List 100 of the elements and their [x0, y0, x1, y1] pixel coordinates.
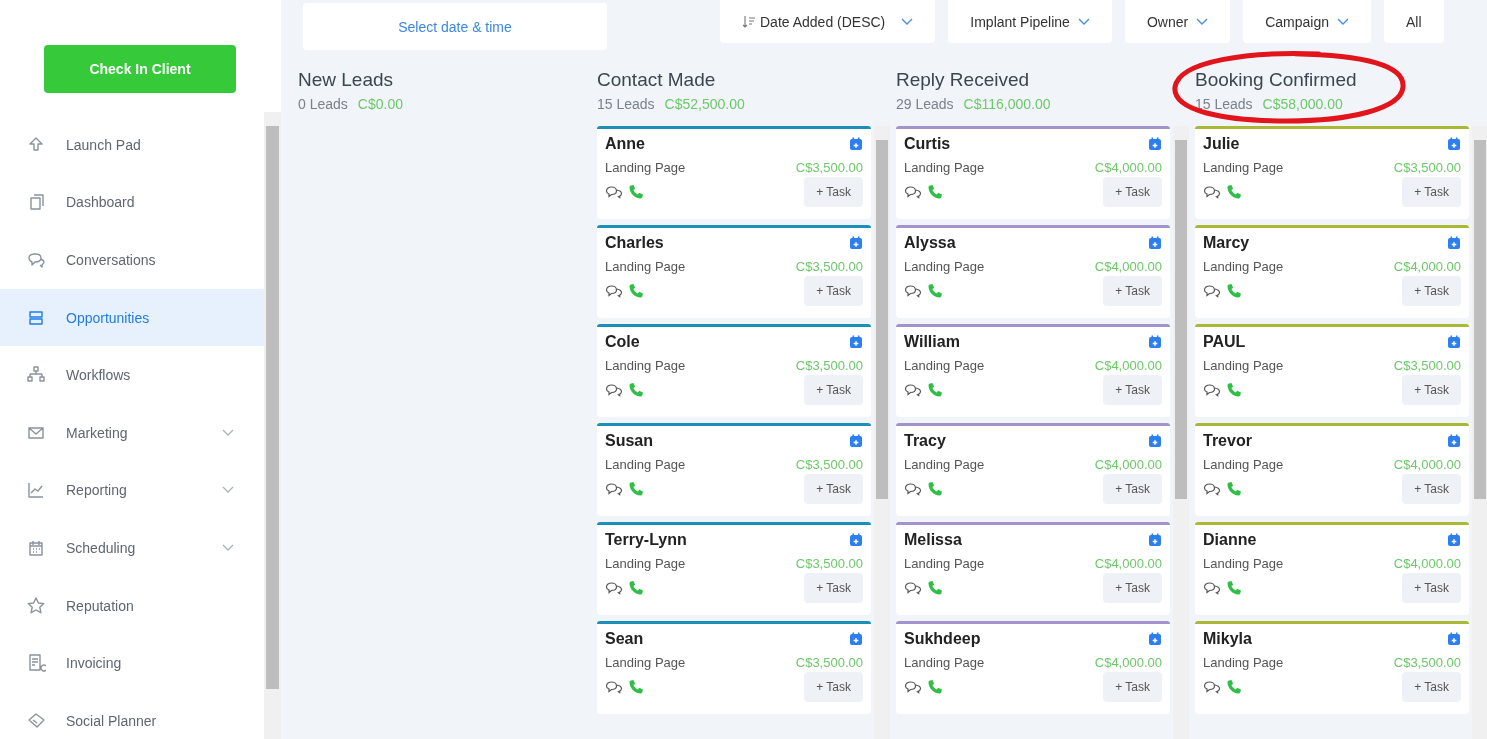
- lead-card[interactable]: William Landing Page C$4,000.00 + Task: [896, 324, 1170, 417]
- calendar-add-icon[interactable]: [1148, 434, 1162, 448]
- calendar-add-icon[interactable]: [1447, 632, 1461, 646]
- phone-icon[interactable]: [628, 679, 644, 695]
- add-task-button[interactable]: + Task: [1402, 177, 1461, 207]
- add-task-button[interactable]: + Task: [1103, 177, 1162, 207]
- calendar-add-icon[interactable]: [1447, 137, 1461, 151]
- sidebar-item[interactable]: Launch Pad: [0, 116, 264, 174]
- chat-icon[interactable]: [1203, 680, 1221, 694]
- sidebar-item[interactable]: Reporting: [0, 461, 264, 520]
- filter-dropdown[interactable]: Owner: [1124, 0, 1231, 43]
- calendar-add-icon[interactable]: [1447, 434, 1461, 448]
- chat-icon[interactable]: [605, 680, 623, 694]
- add-task-button[interactable]: + Task: [804, 375, 863, 405]
- calendar-add-icon[interactable]: [1447, 236, 1461, 250]
- phone-icon[interactable]: [628, 580, 644, 596]
- phone-icon[interactable]: [927, 679, 943, 695]
- sidebar-item[interactable]: Marketing: [0, 403, 264, 462]
- add-task-button[interactable]: + Task: [1103, 375, 1162, 405]
- lead-card[interactable]: PAUL Landing Page C$3,500.00 + Task: [1195, 324, 1469, 417]
- sidebar-item[interactable]: Social Planner: [0, 691, 264, 739]
- chat-icon[interactable]: [1203, 383, 1221, 397]
- lead-card[interactable]: Charles Landing Page C$3,500.00 + Task: [597, 225, 871, 318]
- calendar-add-icon[interactable]: [849, 632, 863, 646]
- add-task-button[interactable]: + Task: [804, 573, 863, 603]
- calendar-add-icon[interactable]: [849, 236, 863, 250]
- chat-icon[interactable]: [1203, 581, 1221, 595]
- scrollbar[interactable]: [874, 126, 890, 739]
- scrollbar[interactable]: [264, 112, 281, 739]
- chat-icon[interactable]: [904, 482, 922, 496]
- add-task-button[interactable]: + Task: [804, 276, 863, 306]
- lead-card[interactable]: Melissa Landing Page C$4,000.00 + Task: [896, 522, 1170, 615]
- add-task-button[interactable]: + Task: [1402, 573, 1461, 603]
- add-task-button[interactable]: + Task: [1103, 672, 1162, 702]
- chat-icon[interactable]: [1203, 482, 1221, 496]
- date-time-field[interactable]: Select date & time: [303, 3, 607, 50]
- phone-icon[interactable]: [628, 184, 644, 200]
- calendar-add-icon[interactable]: [849, 137, 863, 151]
- lead-card[interactable]: Anne Landing Page C$3,500.00 + Task: [597, 126, 871, 219]
- add-task-button[interactable]: + Task: [804, 177, 863, 207]
- phone-icon[interactable]: [927, 184, 943, 200]
- calendar-add-icon[interactable]: [1148, 137, 1162, 151]
- lead-card[interactable]: Trevor Landing Page C$4,000.00 + Task: [1195, 423, 1469, 516]
- calendar-add-icon[interactable]: [1148, 533, 1162, 547]
- chat-icon[interactable]: [605, 284, 623, 298]
- add-task-button[interactable]: + Task: [1103, 573, 1162, 603]
- sidebar-item[interactable]: Reputation: [0, 576, 264, 635]
- phone-icon[interactable]: [1226, 184, 1242, 200]
- lead-card[interactable]: Terry-Lynn Landing Page C$3,500.00 + Task: [597, 522, 871, 615]
- sidebar-item[interactable]: Opportunities: [0, 288, 264, 347]
- sidebar-item[interactable]: Invoicing: [0, 634, 264, 692]
- filter-dropdown[interactable]: Implant Pipeline: [948, 0, 1112, 43]
- sidebar-item[interactable]: Scheduling: [0, 519, 264, 577]
- scrollbar[interactable]: [1173, 126, 1189, 739]
- lead-card[interactable]: Sukhdeep Landing Page C$4,000.00 + Task: [896, 621, 1170, 714]
- sidebar-item[interactable]: Dashboard: [0, 173, 264, 232]
- add-task-button[interactable]: + Task: [1402, 276, 1461, 306]
- lead-card[interactable]: Mikyla Landing Page C$3,500.00 + Task: [1195, 621, 1469, 714]
- calendar-add-icon[interactable]: [849, 434, 863, 448]
- add-task-button[interactable]: + Task: [1103, 474, 1162, 504]
- chat-icon[interactable]: [1203, 185, 1221, 199]
- phone-icon[interactable]: [1226, 580, 1242, 596]
- lead-card[interactable]: Susan Landing Page C$3,500.00 + Task: [597, 423, 871, 516]
- calendar-add-icon[interactable]: [849, 533, 863, 547]
- filter-dropdown[interactable]: Date Added (DESC): [720, 0, 936, 43]
- calendar-add-icon[interactable]: [1447, 533, 1461, 547]
- chat-icon[interactable]: [605, 581, 623, 595]
- lead-card[interactable]: Cole Landing Page C$3,500.00 + Task: [597, 324, 871, 417]
- add-task-button[interactable]: + Task: [1103, 276, 1162, 306]
- sidebar-item[interactable]: Workflows: [0, 346, 264, 404]
- phone-icon[interactable]: [1226, 679, 1242, 695]
- chat-icon[interactable]: [904, 185, 922, 199]
- sidebar-item[interactable]: Conversations: [0, 231, 264, 289]
- chat-icon[interactable]: [904, 581, 922, 595]
- calendar-add-icon[interactable]: [849, 335, 863, 349]
- lead-card[interactable]: Dianne Landing Page C$4,000.00 + Task: [1195, 522, 1469, 615]
- lead-card[interactable]: Alyssa Landing Page C$4,000.00 + Task: [896, 225, 1170, 318]
- phone-icon[interactable]: [927, 481, 943, 497]
- phone-icon[interactable]: [628, 382, 644, 398]
- filter-dropdown[interactable]: Campaign: [1243, 0, 1371, 43]
- chat-icon[interactable]: [904, 680, 922, 694]
- calendar-add-icon[interactable]: [1148, 236, 1162, 250]
- chat-icon[interactable]: [1203, 284, 1221, 298]
- chat-icon[interactable]: [605, 383, 623, 397]
- chat-icon[interactable]: [605, 185, 623, 199]
- add-task-button[interactable]: + Task: [1402, 474, 1461, 504]
- add-task-button[interactable]: + Task: [804, 474, 863, 504]
- add-task-button[interactable]: + Task: [804, 672, 863, 702]
- lead-card[interactable]: Julie Landing Page C$3,500.00 + Task: [1195, 126, 1469, 219]
- phone-icon[interactable]: [1226, 481, 1242, 497]
- lead-card[interactable]: Curtis Landing Page C$4,000.00 + Task: [896, 126, 1170, 219]
- phone-icon[interactable]: [927, 283, 943, 299]
- phone-icon[interactable]: [1226, 283, 1242, 299]
- calendar-add-icon[interactable]: [1447, 335, 1461, 349]
- phone-icon[interactable]: [628, 481, 644, 497]
- add-task-button[interactable]: + Task: [1402, 375, 1461, 405]
- chat-icon[interactable]: [904, 284, 922, 298]
- lead-card[interactable]: Sean Landing Page C$3,500.00 + Task: [597, 621, 871, 714]
- lead-card[interactable]: Tracy Landing Page C$4,000.00 + Task: [896, 423, 1170, 516]
- calendar-add-icon[interactable]: [1148, 335, 1162, 349]
